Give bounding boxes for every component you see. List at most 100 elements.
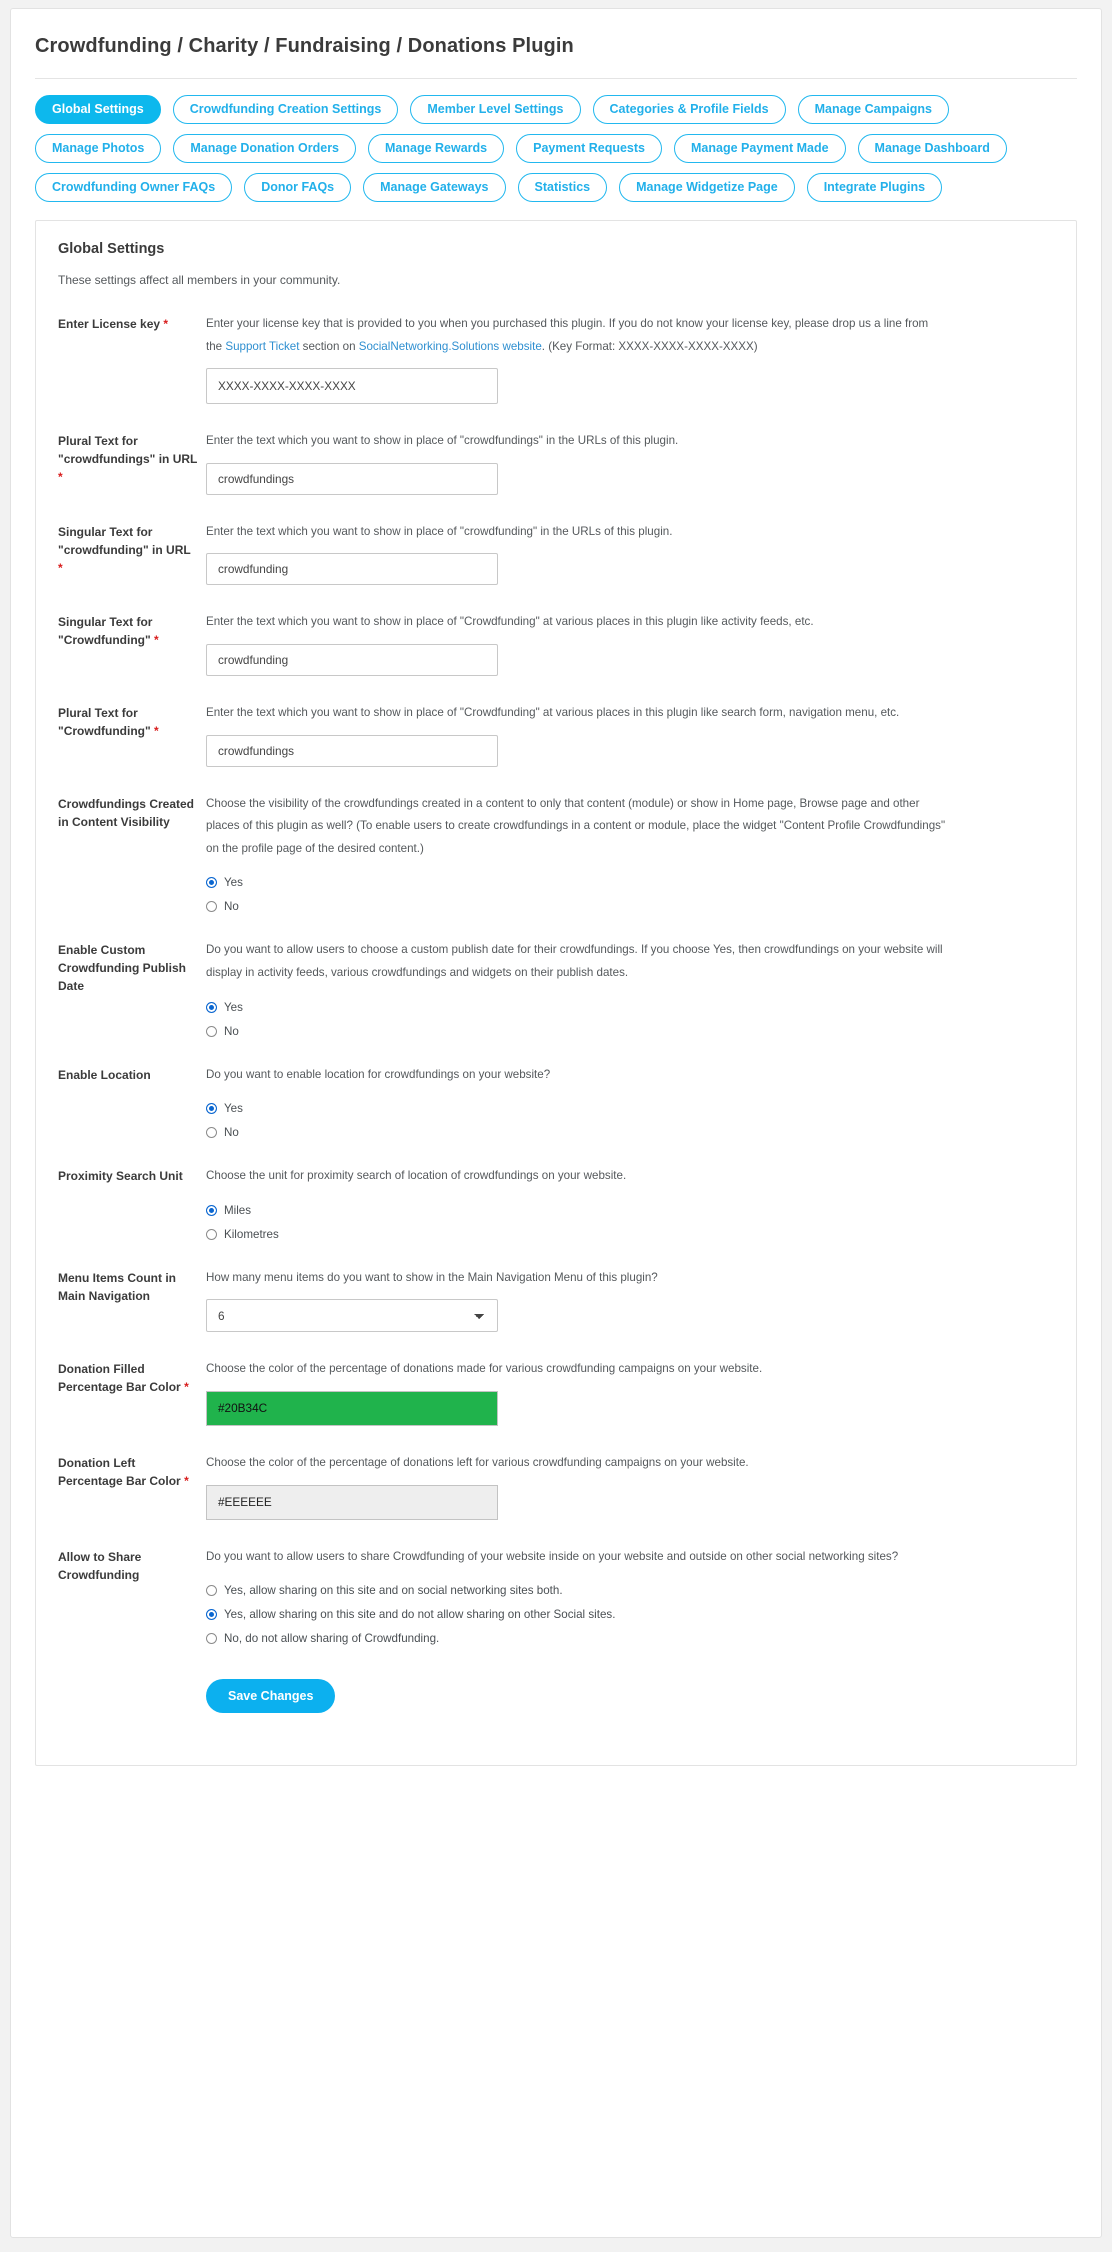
radio-option[interactable]: No [206,1025,1054,1038]
tab-crowdfunding-creation-settings[interactable]: Crowdfunding Creation Settings [172,95,399,124]
field-description-publish-date: Do you want to allow users to choose a c… [206,943,943,979]
field-body-singular-url: Enter the text which you want to show in… [206,521,1054,586]
label-text: Singular Text for "crowdfunding" in URL [58,524,191,557]
socialnetworking-solutions-link[interactable]: SocialNetworking.Solutions website [359,340,542,353]
left-bar-color-value: #EEEEEE [218,1495,272,1509]
required-asterisk: * [184,1473,189,1488]
tab-member-level-settings[interactable]: Member Level Settings [410,95,581,124]
tab-categories-profile-fields[interactable]: Categories & Profile Fields [592,95,786,124]
tab-crowdfunding-owner-faqs[interactable]: Crowdfunding Owner FAQs [35,173,233,202]
radio-group-share-crowdfunding: Yes, allow sharing on this site and on s… [206,1584,1054,1645]
radio-icon-selected [206,1001,217,1013]
radio-option[interactable]: No [206,900,1054,913]
singular-url-input[interactable] [206,553,498,586]
field-label-menu-count: Menu Items Count in Main Navigation [58,1270,176,1303]
field-label-filled-bar-color: Donation Filled Percentage Bar Color * [58,1358,206,1396]
field-row-singular-url: Singular Text for "crowdfunding" in URL … [58,521,1054,586]
radio-label: Miles [224,1203,252,1217]
tab-payment-requests[interactable]: Payment Requests [516,134,662,163]
tab-integrate-plugins[interactable]: Integrate Plugins [806,173,943,202]
radio-option[interactable]: Yes [206,876,1054,889]
field-row-singular-text: Singular Text for "Crowdfunding" * Enter… [58,611,1054,676]
field-label-singular-text: Singular Text for "Crowdfunding" * [58,611,206,649]
tab-manage-photos[interactable]: Manage Photos [35,134,162,163]
radio-option[interactable]: Miles [206,1204,1054,1217]
radio-option[interactable]: Yes, allow sharing on this site and on s… [206,1584,1054,1597]
radio-option[interactable]: Yes [206,1001,1054,1014]
page-title: Crowdfunding / Charity / Fundraising / D… [35,35,574,57]
radio-label: No [224,900,239,914]
tab-manage-payment-made[interactable]: Manage Payment Made [674,134,846,163]
required-asterisk: * [154,633,159,648]
field-description-filled-bar-color: Choose the color of the percentage of do… [206,1362,763,1376]
filled-bar-color-picker[interactable]: #20B34C [206,1390,498,1426]
field-description-left-bar-color: Choose the color of the percentage of do… [206,1455,749,1469]
radio-icon-selected [206,1204,217,1216]
tab-manage-gateways[interactable]: Manage Gateways [363,173,506,202]
field-description-plural-text: Enter the text which you want to show in… [206,705,900,719]
radio-group-enable-location: Yes No [206,1102,1054,1139]
tab-global-settings[interactable]: Global Settings [35,95,161,124]
plural-text-input[interactable] [206,734,498,767]
left-bar-color-picker[interactable]: #EEEEEE [206,1484,498,1520]
tab-manage-donation-orders[interactable]: Manage Donation Orders [173,134,357,163]
field-description-license-key: Enter your license key that is provided … [206,313,946,358]
save-row-spacer [58,1679,206,1681]
tab-manage-dashboard[interactable]: Manage Dashboard [857,134,1007,163]
field-row-left-bar-color: Donation Left Percentage Bar Color * Cho… [58,1452,1054,1520]
field-label-publish-date: Enable Custom Crowdfunding Publish Date [58,943,186,994]
field-row-menu-count: Menu Items Count in Main Navigation How … [58,1267,1054,1333]
field-description-singular-text: Enter the text which you want to show in… [206,615,814,629]
title-divider [35,78,1077,79]
field-description-plural-url: Enter the text which you want to show in… [206,434,679,448]
field-label-left-bar-color: Donation Left Percentage Bar Color * [58,1452,206,1490]
tab-manage-widgetize-page[interactable]: Manage Widgetize Page [619,173,795,202]
menu-count-select[interactable]: 12345678910 [206,1299,498,1333]
singular-text-input[interactable] [206,643,498,676]
desc-part-2: section on [299,339,359,353]
label-text: Enter License key [58,317,161,331]
save-changes-button[interactable]: Save Changes [206,1679,336,1714]
radio-label: No [224,1126,239,1140]
field-body-filled-bar-color: Choose the color of the percentage of do… [206,1358,1054,1426]
field-row-plural-text: Plural Text for "Crowdfunding" * Enter t… [58,702,1054,767]
radio-label: Yes [224,1102,243,1116]
label-text: Donation Filled Percentage Bar Color [58,1362,181,1395]
radio-icon [206,1025,217,1037]
radio-label: Yes, allow sharing on this site and on s… [224,1584,563,1598]
radio-option[interactable]: No [206,1126,1054,1139]
radio-option[interactable]: Yes [206,1102,1054,1115]
required-asterisk: * [58,470,63,485]
label-text: Plural Text for "Crowdfunding" [58,705,151,738]
radio-option[interactable]: No, do not allow sharing of Crowdfunding… [206,1632,1054,1645]
field-body-content-visibility: Choose the visibility of the crowdfundin… [206,793,1054,913]
required-asterisk: * [163,317,169,331]
field-row-filled-bar-color: Donation Filled Percentage Bar Color * C… [58,1358,1054,1426]
radio-label: No, do not allow sharing of Crowdfunding… [224,1632,440,1646]
label-text: Donation Left Percentage Bar Color [58,1455,181,1488]
radio-icon-selected [206,1609,217,1621]
field-description-share-crowdfunding: Do you want to allow users to share Crow… [206,1549,899,1563]
field-row-enable-location: Enable Location Do you want to enable lo… [58,1064,1054,1140]
radio-label: Yes, allow sharing on this site and do n… [224,1608,616,1622]
required-asterisk: * [154,723,159,738]
field-description-menu-count: How many menu items do you want to show … [206,1270,658,1284]
tab-statistics[interactable]: Statistics [517,173,608,202]
radio-label: No [224,1024,239,1038]
field-label-plural-text: Plural Text for "Crowdfunding" * [58,702,206,740]
field-description-proximity-unit: Choose the unit for proximity search of … [206,1169,627,1183]
panel-subtitle: These settings affect all members in you… [58,273,341,287]
field-label-license-key: Enter License key * [58,313,206,333]
support-ticket-link[interactable]: Support Ticket [225,340,299,353]
tab-donor-faqs[interactable]: Donor FAQs [244,173,352,202]
field-body-publish-date: Do you want to allow users to choose a c… [206,939,1054,1038]
radio-label: Yes [224,876,243,890]
radio-option[interactable]: Yes, allow sharing on this site and do n… [206,1608,1054,1621]
plural-url-input[interactable] [206,462,498,495]
tab-manage-rewards[interactable]: Manage Rewards [368,134,505,163]
radio-option[interactable]: Kilometres [206,1228,1054,1241]
field-body-license-key: Enter your license key that is provided … [206,313,1054,405]
license-key-input[interactable] [206,368,498,405]
tab-manage-campaigns[interactable]: Manage Campaigns [797,95,949,124]
required-asterisk: * [184,1380,189,1395]
